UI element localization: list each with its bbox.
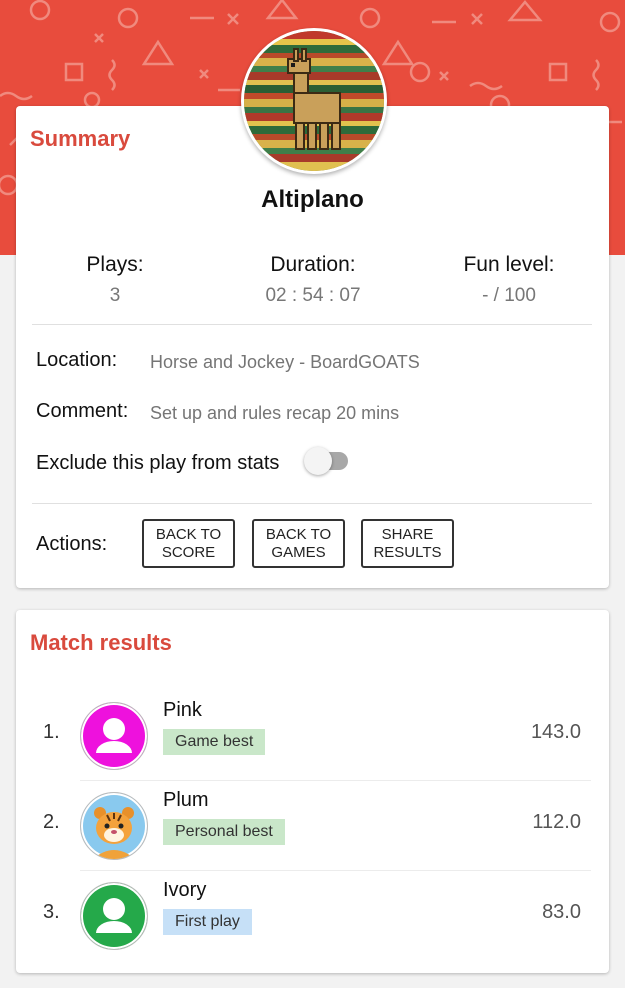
person-icon — [80, 882, 148, 950]
location-label: Location: — [36, 349, 118, 371]
plays-label: Plays: — [86, 253, 144, 276]
tiger-icon — [80, 792, 148, 860]
status-badge: Game best — [163, 729, 266, 755]
duration-label: Duration: — [270, 253, 356, 276]
actions-label: Actions: — [36, 533, 108, 555]
divider — [32, 324, 592, 325]
rank: 3. — [43, 901, 60, 923]
back-to-score-button[interactable]: BACK TO SCORE — [142, 519, 235, 568]
player-score: 112.0 — [532, 811, 581, 833]
player-name: Pink — [163, 699, 202, 721]
result-row[interactable]: 2. Plum Personal best 112.0 — [16, 782, 609, 870]
fun-level-value: - / 100 — [482, 285, 536, 306]
comment-value: Set up and rules recap 20 mins — [150, 403, 400, 423]
share-results-button[interactable]: SHARE RESULTS — [361, 519, 454, 568]
duration-stat: Duration: 02 : 54 : 07 — [228, 253, 398, 307]
duration-value: 02 : 54 : 07 — [265, 285, 361, 306]
exclude-toggle[interactable] — [304, 447, 348, 475]
result-row[interactable]: 3. Ivory First play 83.0 — [16, 872, 609, 960]
game-title: Altiplano — [261, 186, 364, 213]
comment-label: Comment: — [36, 400, 129, 422]
player-score: 143.0 — [530, 721, 581, 743]
divider — [80, 870, 591, 871]
match-results-title: Match results — [30, 630, 172, 655]
fun-level-label: Fun level: — [463, 253, 555, 276]
status-badge: First play — [163, 909, 252, 935]
plays-stat: Plays: 3 — [30, 253, 200, 307]
result-row[interactable]: 1. Pink Game best 143.0 — [16, 692, 609, 780]
toggle-knob[interactable] — [304, 447, 332, 475]
location-value: Horse and Jockey - BoardGOATS — [150, 352, 420, 372]
plays-value: 3 — [109, 285, 121, 306]
status-badge: Personal best — [163, 819, 285, 845]
fun-level-stat: Fun level: - / 100 — [424, 253, 594, 307]
player-name: Ivory — [163, 879, 207, 901]
summary-title: Summary — [30, 126, 131, 151]
person-icon — [80, 702, 148, 770]
back-to-games-button[interactable]: BACK TO GAMES — [252, 519, 345, 568]
match-results-card: Match results 1. Pink Game best 143.0 2. — [16, 610, 609, 973]
rank: 1. — [43, 721, 60, 743]
divider — [80, 780, 591, 781]
divider — [32, 503, 592, 504]
rank: 2. — [43, 811, 60, 833]
exclude-label: Exclude this play from stats — [36, 452, 280, 474]
game-image — [241, 28, 387, 174]
player-name: Plum — [163, 789, 209, 811]
summary-card: Summary Altiplano Plays: 3 Duration: 02 … — [16, 106, 609, 588]
player-score: 83.0 — [542, 901, 581, 923]
